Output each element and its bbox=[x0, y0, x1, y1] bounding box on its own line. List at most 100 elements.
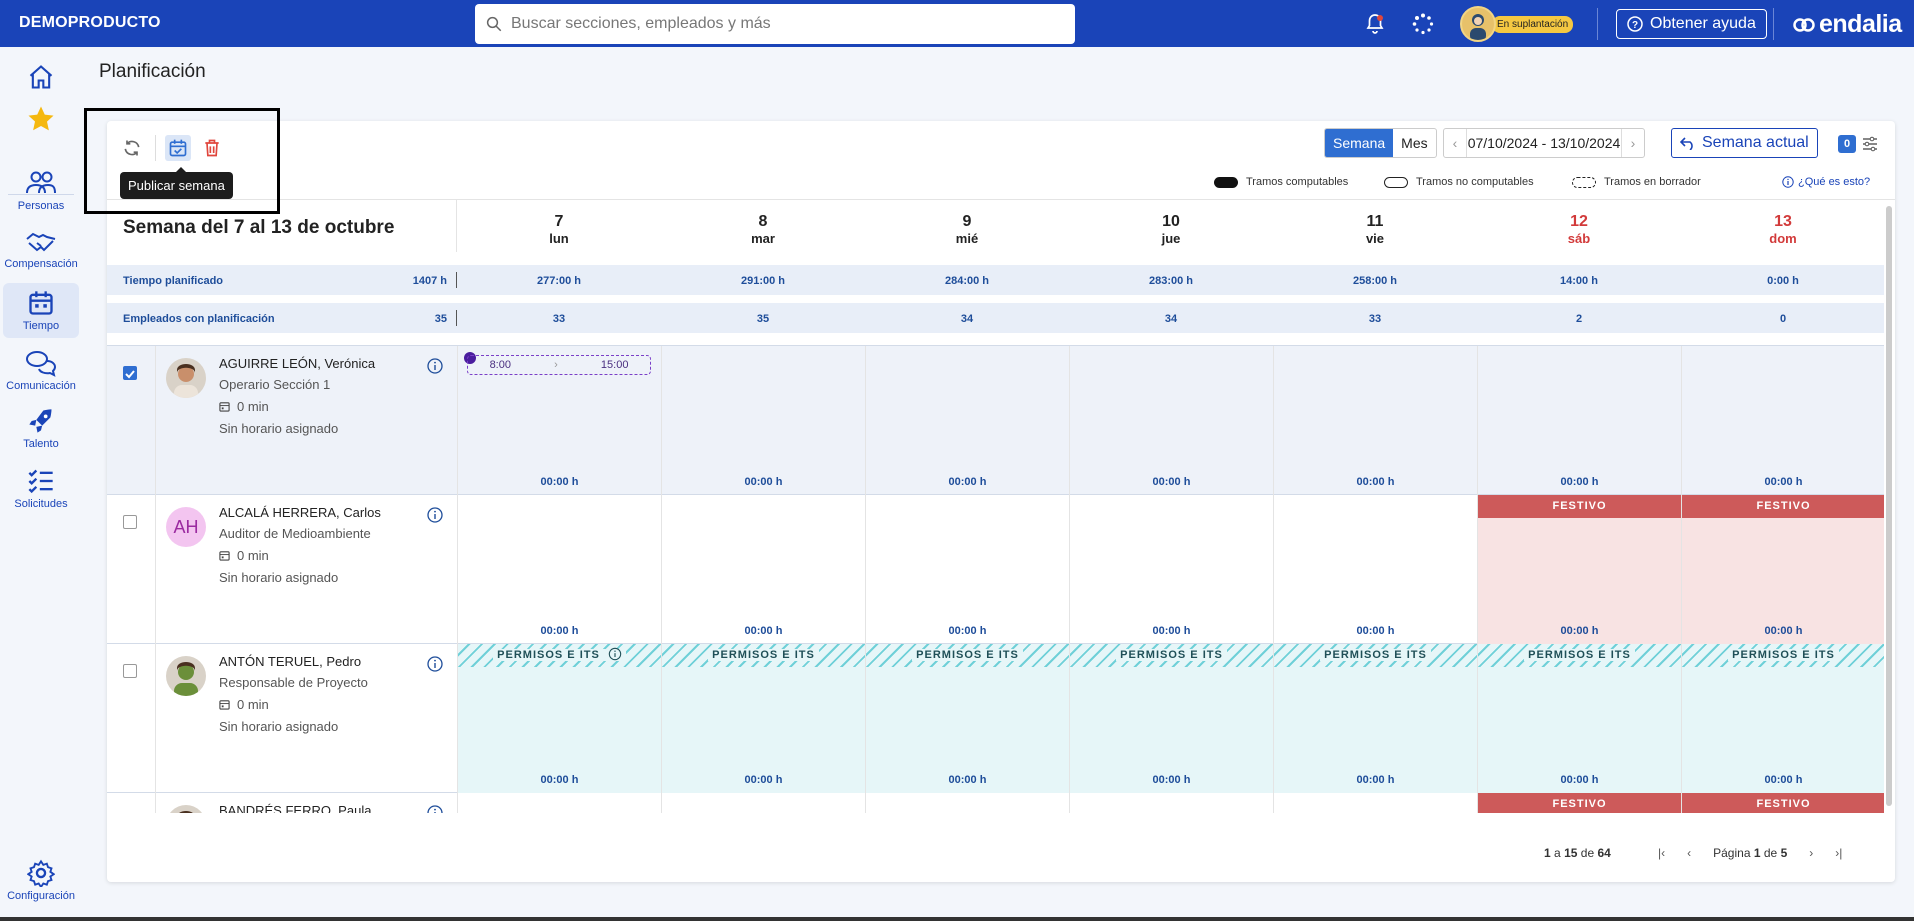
row-checkbox[interactable] bbox=[123, 515, 137, 529]
day-cell[interactable]: 00:00 h bbox=[1273, 495, 1477, 644]
holiday-label: FESTIVO bbox=[1682, 793, 1884, 813]
date-range[interactable]: 07/10/2024 - 13/10/2024 bbox=[1466, 129, 1622, 157]
minutes-value: 0 min bbox=[237, 697, 269, 712]
last-page-icon[interactable]: ›| bbox=[1835, 846, 1842, 860]
employee-name[interactable]: ALCALÁ HERRERA, Carlos bbox=[219, 505, 381, 520]
loading-icon[interactable] bbox=[1411, 12, 1435, 36]
row-checkbox[interactable] bbox=[123, 664, 137, 678]
impersonation-user[interactable]: En suplantación bbox=[1460, 6, 1575, 42]
employee-minutes: 0 min bbox=[219, 548, 269, 563]
filter-settings-icon[interactable] bbox=[1862, 136, 1878, 152]
day-cell[interactable]: FESTIVO 00:00 h bbox=[1477, 495, 1681, 644]
day-cell[interactable] bbox=[865, 793, 1069, 813]
view-month-button[interactable]: Mes bbox=[1393, 129, 1435, 157]
day-cell[interactable]: 00:00 h bbox=[1273, 346, 1477, 495]
day-cell[interactable]: PERMISOS E ITS 00:00 h bbox=[661, 644, 865, 793]
schedule-status: Sin horario asignado bbox=[219, 570, 339, 585]
endalia-logo[interactable]: endalia bbox=[1792, 10, 1902, 39]
first-page-icon[interactable]: |‹ bbox=[1658, 846, 1665, 860]
sidebar-item-personas[interactable]: Personas bbox=[0, 169, 82, 212]
employee-name[interactable]: ANTÓN TERUEL, Pedro bbox=[219, 654, 361, 669]
current-week-button[interactable]: Semana actual bbox=[1671, 128, 1818, 158]
day-cell[interactable]: PERMISOS E ITS 00:00 h bbox=[1477, 644, 1681, 793]
employees-planned-row: Empleados con planificación 35 33 35 34 34 3… bbox=[107, 303, 1884, 333]
scrollbar[interactable] bbox=[1886, 206, 1892, 806]
day-cell[interactable]: 00:00 h bbox=[1477, 346, 1681, 495]
day-cell[interactable]: 00:00 h bbox=[1069, 346, 1273, 495]
sidebar-item-configuracion[interactable]: Configuración bbox=[0, 859, 82, 902]
day-cell[interactable]: PERMISOS E ITS 00:00 h bbox=[1681, 644, 1884, 793]
day-cell[interactable]: PERMISOS E ITS 00:00 h bbox=[1273, 644, 1477, 793]
prev-week-button[interactable]: ‹ bbox=[1444, 129, 1466, 157]
help-button[interactable]: ? Obtener ayuda bbox=[1616, 9, 1767, 39]
sidebar-label: Personas bbox=[17, 200, 65, 212]
employee-info-icon[interactable] bbox=[427, 805, 443, 813]
arrow-icon: › bbox=[554, 359, 558, 371]
day-cell[interactable]: 00:00 h bbox=[661, 495, 865, 644]
day-cell[interactable]: PERMISOS E ITS 00:00 h bbox=[1069, 644, 1273, 793]
employee-info-icon[interactable] bbox=[427, 507, 443, 528]
employee-info-icon[interactable] bbox=[427, 656, 443, 677]
day-cell[interactable]: FESTIVO bbox=[1681, 793, 1884, 813]
day-cell[interactable]: PERMISOS E ITS 00:00 h bbox=[457, 644, 661, 793]
day-cell[interactable]: 00:00 h bbox=[865, 346, 1069, 495]
day-header-dom: 13 dom bbox=[1681, 213, 1885, 246]
sidebar-item-comunicacion[interactable]: Comunicación bbox=[0, 349, 82, 392]
sidebar-item-home[interactable] bbox=[0, 63, 82, 94]
leave-text: PERMISOS E ITS bbox=[1728, 649, 1839, 661]
day-cell[interactable]: 8:00 › 15:00 00:00 h bbox=[457, 346, 661, 495]
cell-hours: 00:00 h bbox=[1764, 625, 1803, 637]
day-name: mié bbox=[955, 231, 979, 246]
row-checkbox[interactable] bbox=[123, 366, 137, 380]
prev-page-icon[interactable]: ‹ bbox=[1687, 846, 1691, 860]
info-icon[interactable] bbox=[603, 647, 626, 661]
bell-icon[interactable] bbox=[1363, 12, 1387, 36]
cell-hours: 00:00 h bbox=[540, 774, 579, 786]
sidebar-item-talento[interactable]: Talento bbox=[0, 407, 82, 450]
day-cell[interactable]: FESTIVO bbox=[1477, 793, 1681, 813]
day-cell[interactable]: FESTIVO 00:00 h bbox=[1681, 495, 1884, 644]
next-page-icon[interactable]: › bbox=[1809, 846, 1813, 860]
day-cell[interactable] bbox=[1273, 793, 1477, 813]
filter-count-badge[interactable]: 0 bbox=[1838, 135, 1856, 153]
sidebar: Personas Compensación Tiempo Comunicació… bbox=[0, 47, 82, 921]
employee-name[interactable]: BANDRÉS FERRO, Paula bbox=[219, 803, 371, 813]
employees-value: 34 bbox=[960, 313, 974, 325]
day-cell[interactable]: PERMISOS E ITS 00:00 h bbox=[865, 644, 1069, 793]
view-week-button[interactable]: Semana bbox=[1325, 129, 1394, 157]
day-cell[interactable] bbox=[1069, 793, 1273, 813]
day-cell[interactable] bbox=[457, 793, 661, 813]
employee-info-icon[interactable] bbox=[427, 358, 443, 379]
sidebar-item-favorites[interactable] bbox=[0, 104, 82, 137]
planned-value: 0:00 h bbox=[1767, 275, 1799, 287]
search-input[interactable]: Buscar secciones, empleados y más bbox=[475, 4, 1075, 44]
highlight-box bbox=[84, 108, 280, 214]
user-avatar bbox=[1460, 6, 1496, 42]
day-cell[interactable]: 00:00 h bbox=[1069, 495, 1273, 644]
total-pages: 5 bbox=[1780, 846, 1788, 860]
day-cell[interactable]: 00:00 h bbox=[661, 346, 865, 495]
day-cell[interactable]: 00:00 h bbox=[457, 495, 661, 644]
draft-shift[interactable]: 8:00 › 15:00 bbox=[467, 355, 651, 375]
sidebar-item-solicitudes[interactable]: Solicitudes bbox=[0, 467, 82, 510]
legend-label: Tramos no computables bbox=[1416, 176, 1534, 188]
sidebar-item-compensacion[interactable]: Compensación bbox=[0, 229, 82, 270]
shift-start: 8:00 bbox=[489, 359, 511, 371]
help-icon: ? bbox=[1627, 16, 1643, 32]
what-is-this-link[interactable]: ¿Qué es esto? bbox=[1782, 176, 1870, 188]
leave-label: PERMISOS E ITS bbox=[1070, 644, 1273, 667]
day-cell[interactable]: 00:00 h bbox=[865, 495, 1069, 644]
next-week-button[interactable]: › bbox=[1622, 129, 1644, 157]
sidebar-item-tiempo[interactable]: Tiempo bbox=[3, 283, 79, 338]
day-name: jue bbox=[1161, 231, 1181, 246]
checklist-icon bbox=[28, 469, 53, 494]
company-name[interactable]: DEMOPRODUCTO bbox=[19, 14, 161, 32]
day-cell[interactable]: 00:00 h bbox=[1681, 346, 1884, 495]
employee-minutes: 0 min bbox=[219, 399, 269, 414]
day-cell[interactable] bbox=[661, 793, 865, 813]
calendar-icon bbox=[29, 291, 53, 315]
avatar-initials: AH bbox=[173, 517, 199, 537]
planned-value: 277:00 h bbox=[536, 275, 582, 287]
leave-text: PERMISOS E ITS bbox=[912, 649, 1023, 661]
employee-name[interactable]: AGUIRRE LEÓN, Verónica bbox=[219, 356, 375, 371]
